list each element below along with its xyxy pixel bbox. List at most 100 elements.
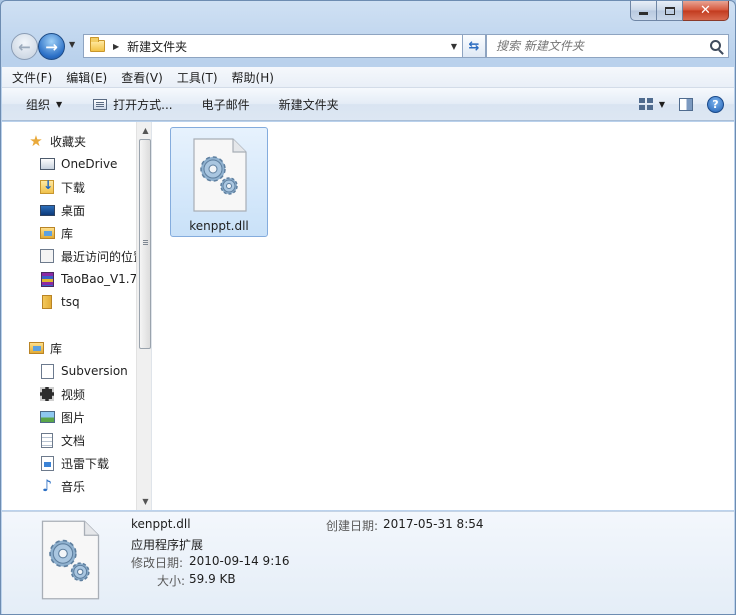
refresh-icon: ⇆ bbox=[468, 38, 480, 54]
search-input[interactable] bbox=[496, 39, 696, 53]
nav-item-downloads[interactable]: 下载 bbox=[39, 176, 85, 198]
dll-file-icon bbox=[193, 138, 247, 212]
open-with-button[interactable]: 打开方式... bbox=[75, 88, 185, 120]
email-button[interactable]: 电子邮件 bbox=[186, 88, 263, 120]
command-bar: 组织 ▼ 打开方式... 电子邮件 新建文件夹 ▼ ? bbox=[2, 88, 734, 121]
nav-libraries-label: 库 bbox=[50, 341, 63, 356]
nav-item-pictures[interactable]: 图片 bbox=[39, 406, 85, 428]
nav-item-onedrive[interactable]: OneDrive bbox=[39, 153, 117, 175]
nav-scrollbar[interactable]: ▲ ▼ bbox=[136, 122, 151, 510]
caption-buttons: ✕ bbox=[630, 1, 729, 21]
nav-item-xunlei[interactable]: 迅雷下载 bbox=[39, 452, 109, 474]
nav-item-tsq[interactable]: tsq bbox=[39, 291, 80, 313]
chevron-down-icon: ▼ bbox=[56, 99, 63, 109]
email-label: 电子邮件 bbox=[201, 97, 250, 112]
new-folder-label: 新建文件夹 bbox=[278, 97, 339, 112]
xunlei-download-icon bbox=[39, 455, 55, 471]
back-button[interactable]: ← bbox=[11, 33, 38, 60]
open-with-icon bbox=[93, 98, 108, 110]
nav-item-documents[interactable]: 文档 bbox=[39, 429, 85, 451]
subversion-icon bbox=[39, 363, 55, 379]
change-view-icon[interactable] bbox=[638, 98, 653, 110]
file-item[interactable]: kenppt.dll bbox=[170, 127, 268, 237]
menu-file[interactable]: 文件(F) bbox=[5, 67, 59, 88]
nav-item-label: 迅雷下载 bbox=[61, 456, 110, 471]
details-pane: kenppt.dll 应用程序扩展 修改日期: 2010-09-14 9:16 … bbox=[2, 511, 734, 614]
nav-item-videos[interactable]: 视频 bbox=[39, 383, 85, 405]
detail-size-label: 大小: bbox=[157, 574, 186, 588]
desktop-icon bbox=[39, 202, 55, 218]
command-bar-right: ▼ ? bbox=[638, 88, 724, 120]
nav-favorites-label: 收藏夹 bbox=[50, 134, 87, 149]
search-icon[interactable] bbox=[710, 40, 721, 51]
folder-icon bbox=[39, 294, 55, 310]
folder-icon bbox=[90, 37, 105, 52]
open-with-label: 打开方式... bbox=[113, 97, 173, 112]
nav-item-label: 图片 bbox=[61, 410, 86, 425]
address-dropdown-icon[interactable]: ▼ bbox=[451, 42, 457, 51]
nav-item-label: TaoBao_V1.7 bbox=[61, 272, 138, 286]
nav-item-subversion[interactable]: Subversion bbox=[39, 360, 128, 382]
nav-item-desktop[interactable]: 桌面 bbox=[39, 199, 85, 221]
recent-pages-dropdown[interactable]: ▼ bbox=[69, 40, 75, 49]
library-icon bbox=[39, 225, 55, 241]
nav-item-label: 桌面 bbox=[61, 203, 86, 218]
nav-libraries[interactable]: 库 bbox=[28, 337, 62, 359]
nav-item-label: 库 bbox=[61, 226, 74, 241]
scroll-thumb[interactable] bbox=[139, 139, 151, 349]
menu-tools[interactable]: 工具(T) bbox=[170, 67, 225, 88]
navigation-pane: ★ 收藏夹 OneDrive 下载 桌面 库 最近访问的位置 bbox=[2, 122, 152, 510]
detail-created-value: 2017-05-31 8:54 bbox=[383, 517, 484, 531]
menu-bar: 文件(F) 编辑(E) 查看(V) 工具(T) 帮助(H) bbox=[2, 67, 734, 88]
library-icon bbox=[28, 340, 44, 356]
nav-item-label: tsq bbox=[61, 295, 80, 309]
nav-item-taobao[interactable]: TaoBao_V1.7 bbox=[39, 268, 137, 290]
menu-help[interactable]: 帮助(H) bbox=[225, 67, 281, 88]
maximize-button[interactable] bbox=[657, 1, 683, 21]
minimize-button[interactable] bbox=[630, 1, 657, 21]
scroll-down-icon[interactable]: ▼ bbox=[137, 493, 151, 510]
view-dropdown-icon[interactable]: ▼ bbox=[659, 100, 665, 109]
address-bar[interactable]: ▶ 新建文件夹 ▼ bbox=[83, 34, 463, 58]
explorer-window: ✕ ← → ▼ ▶ 新建文件夹 ▼ ⇆ 文件(F) 编辑(E) 查看(V) 工具… bbox=[0, 0, 736, 615]
nav-item-label: 视频 bbox=[61, 387, 86, 402]
file-list: kenppt.dll bbox=[154, 122, 734, 510]
detail-size-value: 59.9 KB bbox=[189, 572, 236, 586]
nav-item-music[interactable]: ♪ 音乐 bbox=[39, 475, 85, 497]
maximize-icon bbox=[664, 6, 675, 15]
menu-edit[interactable]: 编辑(E) bbox=[59, 67, 114, 88]
menu-view[interactable]: 查看(V) bbox=[114, 67, 170, 88]
recent-places-icon bbox=[39, 248, 55, 264]
minimize-icon bbox=[639, 12, 648, 15]
nav-item-library[interactable]: 库 bbox=[39, 222, 73, 244]
search-box[interactable] bbox=[486, 34, 729, 58]
document-icon bbox=[39, 432, 55, 448]
music-icon: ♪ bbox=[41, 476, 53, 495]
detail-modified-label: 修改日期: bbox=[131, 556, 184, 570]
preview-pane-icon[interactable] bbox=[679, 97, 693, 111]
detail-created-label: 创建日期: bbox=[326, 519, 379, 533]
forward-button[interactable]: → bbox=[38, 33, 65, 60]
organize-label: 组织 bbox=[26, 97, 51, 112]
organize-button[interactable]: 组织 ▼ bbox=[2, 88, 75, 120]
address-row: ← → ▼ ▶ 新建文件夹 ▼ ⇆ bbox=[9, 29, 729, 61]
file-name: kenppt.dll bbox=[189, 219, 249, 233]
nav-item-recent-places[interactable]: 最近访问的位置 bbox=[39, 245, 139, 267]
star-icon: ★ bbox=[29, 131, 43, 150]
close-button[interactable]: ✕ bbox=[683, 1, 729, 21]
help-icon[interactable]: ? bbox=[707, 95, 724, 113]
scroll-up-icon[interactable]: ▲ bbox=[137, 122, 151, 139]
new-folder-button[interactable]: 新建文件夹 bbox=[263, 88, 352, 120]
nav-item-label: Subversion bbox=[61, 364, 128, 378]
nav-item-label: OneDrive bbox=[61, 157, 118, 171]
breadcrumb-current[interactable]: 新建文件夹 bbox=[127, 38, 187, 55]
breadcrumb-chevron-icon[interactable]: ▶ bbox=[113, 42, 119, 51]
video-icon bbox=[39, 386, 55, 402]
detail-modified-value: 2010-09-14 9:16 bbox=[189, 554, 290, 568]
refresh-button[interactable]: ⇆ bbox=[463, 34, 486, 58]
dll-file-icon bbox=[41, 520, 100, 600]
detail-file-type: 应用程序扩展 bbox=[131, 538, 204, 552]
picture-icon bbox=[39, 409, 55, 425]
nav-favorites[interactable]: ★ 收藏夹 bbox=[28, 130, 86, 152]
downloads-icon bbox=[39, 178, 55, 195]
